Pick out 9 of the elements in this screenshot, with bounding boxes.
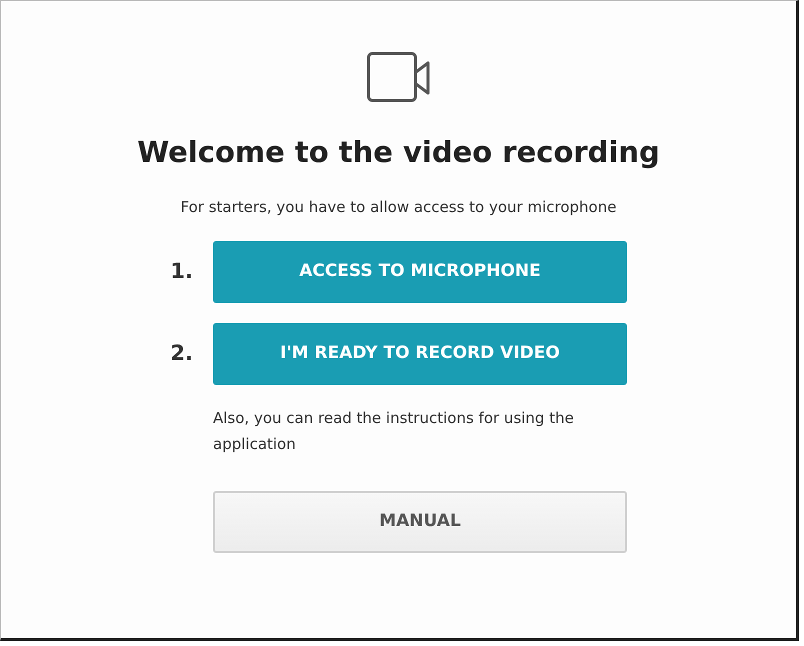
intro-text: For starters, you have to allow access to your microphone: [180, 197, 616, 218]
step-button[interactable]: ACCESS TO MICROPHONE: [213, 240, 627, 303]
video-camera-icon: [366, 52, 430, 104]
welcome-heading: Welcome to the video recording: [137, 134, 660, 170]
note-text: Also, you can read the instructions for using the application: [213, 408, 575, 455]
step-button[interactable]: I'M READY TO RECORD VIDEO: [213, 322, 627, 385]
manual-button[interactable]: MANUAL: [213, 490, 627, 553]
step-number: 2.: [170, 340, 194, 367]
step-number: 1.: [170, 258, 194, 285]
